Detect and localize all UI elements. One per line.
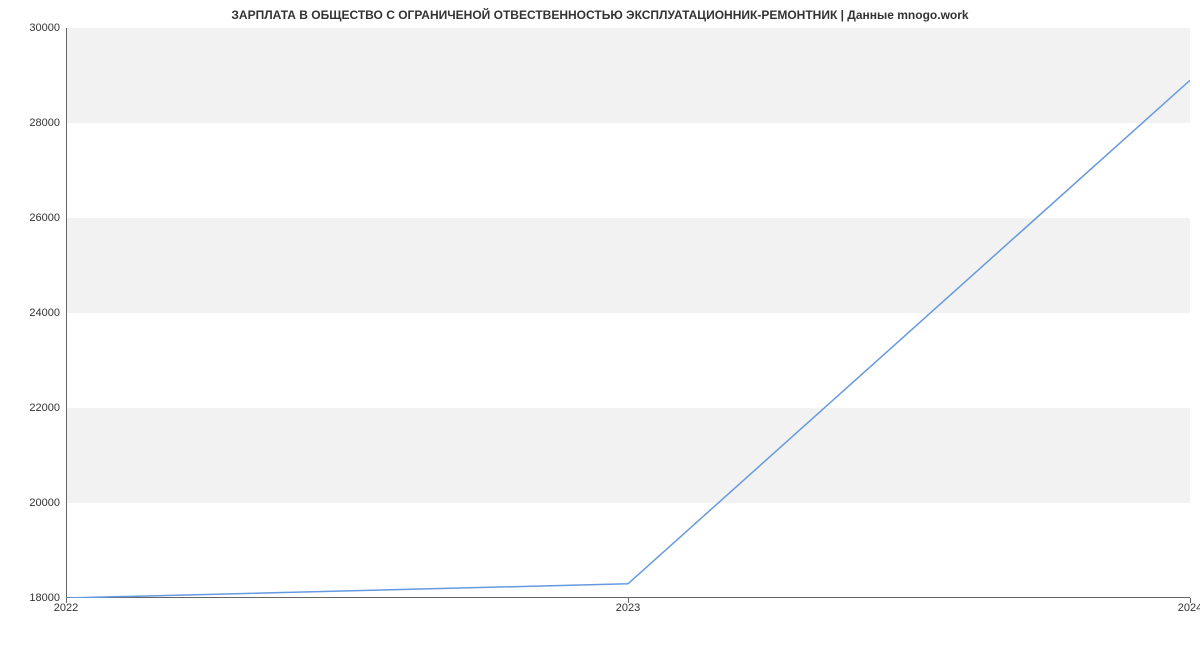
y-tick-label: 24000 [6,307,60,319]
plot-area [66,28,1190,598]
chart-container: ЗАРПЛАТА В ОБЩЕСТВО С ОГРАНИЧЕНОЙ ОТВЕСТ… [0,0,1200,650]
grid-band [67,408,1190,503]
y-tick-label: 28000 [6,117,60,129]
y-tick-label: 22000 [6,402,60,414]
grid-band [67,218,1190,313]
x-tick-label: 2022 [54,602,78,614]
chart-title: ЗАРПЛАТА В ОБЩЕСТВО С ОГРАНИЧЕНОЙ ОТВЕСТ… [0,8,1200,22]
y-tick-label: 30000 [6,22,60,34]
y-tick-label: 26000 [6,212,60,224]
grid-band [67,28,1190,123]
x-tick-label: 2023 [616,602,640,614]
y-tick-label: 20000 [6,497,60,509]
x-tick-label: 2024 [1178,602,1200,614]
y-tick-label: 18000 [6,592,60,604]
